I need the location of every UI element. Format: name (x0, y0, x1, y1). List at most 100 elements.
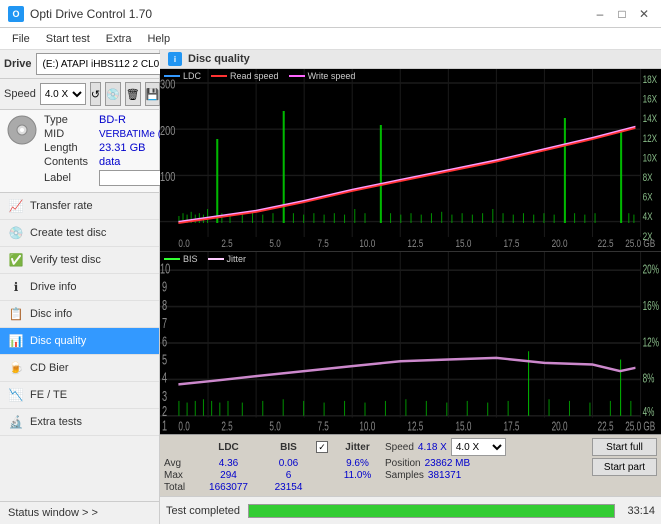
disc-length-value: 23.31 GB (99, 142, 145, 154)
svg-text:5.0: 5.0 (269, 420, 280, 434)
svg-text:1: 1 (162, 417, 167, 434)
nav-label-extra-tests: Extra tests (30, 416, 82, 428)
nav-label-fe-te: FE / TE (30, 389, 67, 401)
chart2-container: BIS Jitter (160, 252, 661, 434)
stats-position-label: Position (385, 458, 421, 469)
window-controls: – □ ✕ (591, 5, 653, 23)
minimize-button[interactable]: – (591, 5, 609, 23)
svg-text:4: 4 (162, 369, 167, 386)
menu-help[interactable]: Help (139, 31, 178, 47)
sidebar-item-verify-test-disc[interactable]: ✅ Verify test disc (0, 247, 159, 274)
menu-bar: File Start test Extra Help (0, 28, 661, 50)
disc-type-label: Type (44, 114, 99, 126)
legend-bis: BIS (164, 254, 198, 264)
refresh-button[interactable]: ↺ (90, 82, 101, 106)
disc-button[interactable]: 💿 (105, 82, 121, 106)
stats-samples-val: 381371 (428, 470, 461, 481)
start-full-button[interactable]: Start full (592, 438, 657, 456)
stats-header-bis: BIS (261, 442, 316, 453)
drive-info-icon: ℹ (8, 279, 24, 295)
disc-label-label: Label (44, 172, 99, 184)
nav-label-drive-info: Drive info (30, 281, 76, 293)
legend-jitter: Jitter (208, 254, 247, 264)
speed-dropdown[interactable]: 4.0 X (451, 438, 506, 456)
charts-area: LDC Read speed Write speed (160, 69, 661, 434)
chart1-container: LDC Read speed Write speed (160, 69, 661, 252)
sidebar-item-create-test-disc[interactable]: 💿 Create test disc (0, 220, 159, 247)
sidebar-item-disc-info[interactable]: 📋 Disc info (0, 301, 159, 328)
speed-select[interactable]: 4.0 X2.0 X8.0 X (40, 83, 86, 105)
legend-write-speed-label: Write speed (308, 71, 356, 81)
write-speed-line (289, 75, 305, 77)
sidebar-item-drive-info[interactable]: ℹ Drive info (0, 274, 159, 301)
stats-total-bis: 23154 (261, 482, 316, 493)
stats-max-ldc: 294 (196, 470, 261, 481)
svg-text:15.0: 15.0 (455, 420, 471, 434)
svg-text:20.0: 20.0 (552, 238, 568, 251)
svg-text:5.0: 5.0 (269, 238, 281, 251)
stats-total-row: Total 1663077 23154 (164, 482, 588, 493)
sidebar-item-extra-tests[interactable]: 🔬 Extra tests (0, 409, 159, 436)
svg-text:15.0: 15.0 (455, 238, 471, 251)
start-part-button[interactable]: Start part (592, 458, 657, 476)
disc-length-label: Length (44, 142, 99, 154)
svg-text:17.5: 17.5 (504, 420, 520, 434)
stats-total-label: Total (164, 482, 196, 493)
maximize-button[interactable]: □ (613, 5, 631, 23)
menu-file[interactable]: File (4, 31, 38, 47)
title-bar: O Opti Drive Control 1.70 – □ ✕ (0, 0, 661, 28)
svg-text:0.0: 0.0 (178, 238, 190, 251)
svg-text:7.5: 7.5 (317, 238, 329, 251)
sidebar-item-fe-te[interactable]: 📉 FE / TE (0, 382, 159, 409)
jitter-checkbox[interactable]: ✓ (316, 441, 328, 453)
stats-header-jitter: Jitter (330, 442, 385, 453)
nav-label-cd-bier: CD Bier (30, 362, 69, 374)
legend-write-speed: Write speed (289, 71, 356, 81)
legend-read-speed-label: Read speed (230, 71, 279, 81)
title-bar-left: O Opti Drive Control 1.70 (8, 6, 152, 22)
extra-tests-icon: 🔬 (8, 414, 24, 430)
menu-extra[interactable]: Extra (98, 31, 140, 47)
time-display: 33:14 (627, 505, 655, 517)
nav-section: 📈 Transfer rate 💿 Create test disc ✅ Ver… (0, 193, 159, 501)
legend-ldc: LDC (164, 71, 201, 81)
svg-text:100: 100 (160, 171, 175, 185)
speed-label: Speed (4, 88, 36, 100)
svg-text:20%: 20% (643, 263, 660, 277)
close-button[interactable]: ✕ (635, 5, 653, 23)
dq-title: Disc quality (188, 53, 250, 65)
nav-label-verify-test-disc: Verify test disc (30, 254, 101, 266)
sidebar-item-cd-bier[interactable]: 🍺 CD Bier (0, 355, 159, 382)
svg-text:12.5: 12.5 (407, 420, 423, 434)
app-icon: O (8, 6, 24, 22)
stats-samples-label: Samples (385, 470, 424, 481)
stats-avg-label: Avg (164, 458, 196, 469)
erase-button[interactable]: 🗑 (125, 82, 141, 106)
disc-label-input[interactable] (99, 170, 169, 186)
sidebar-item-transfer-rate[interactable]: 📈 Transfer rate (0, 193, 159, 220)
disc-quality-icon: 📊 (8, 333, 24, 349)
svg-text:2.5: 2.5 (221, 238, 233, 251)
nav-label-transfer-rate: Transfer rate (30, 200, 93, 212)
svg-text:8X: 8X (643, 172, 653, 185)
stats-max-jitter: 11.0% (330, 470, 385, 481)
stats-header-speed-label: Speed (385, 442, 414, 453)
disc-icon (6, 114, 38, 149)
disc-type-value: BD-R (99, 114, 126, 126)
chart1-legend: LDC Read speed Write speed (164, 71, 355, 81)
status-text: Test completed (166, 505, 240, 517)
status-window-button[interactable]: Status window > > (0, 501, 159, 524)
menu-start-test[interactable]: Start test (38, 31, 98, 47)
stats-max-bis: 6 (261, 470, 316, 481)
svg-text:6X: 6X (643, 191, 653, 204)
svg-text:9: 9 (162, 278, 167, 295)
sidebar-item-disc-quality[interactable]: 📊 Disc quality (0, 328, 159, 355)
save-button[interactable]: 💾 (145, 82, 161, 106)
stats-total-ldc: 1663077 (196, 482, 261, 493)
svg-text:200: 200 (160, 125, 175, 139)
svg-text:22.5: 22.5 (598, 238, 614, 251)
svg-text:4%: 4% (643, 405, 655, 419)
main-area: Drive (E:) ATAPI iHBS112 2 CL0K ⏏ Speed … (0, 50, 661, 524)
nav-label-disc-info: Disc info (30, 308, 72, 320)
stats-max-label: Max (164, 470, 196, 481)
